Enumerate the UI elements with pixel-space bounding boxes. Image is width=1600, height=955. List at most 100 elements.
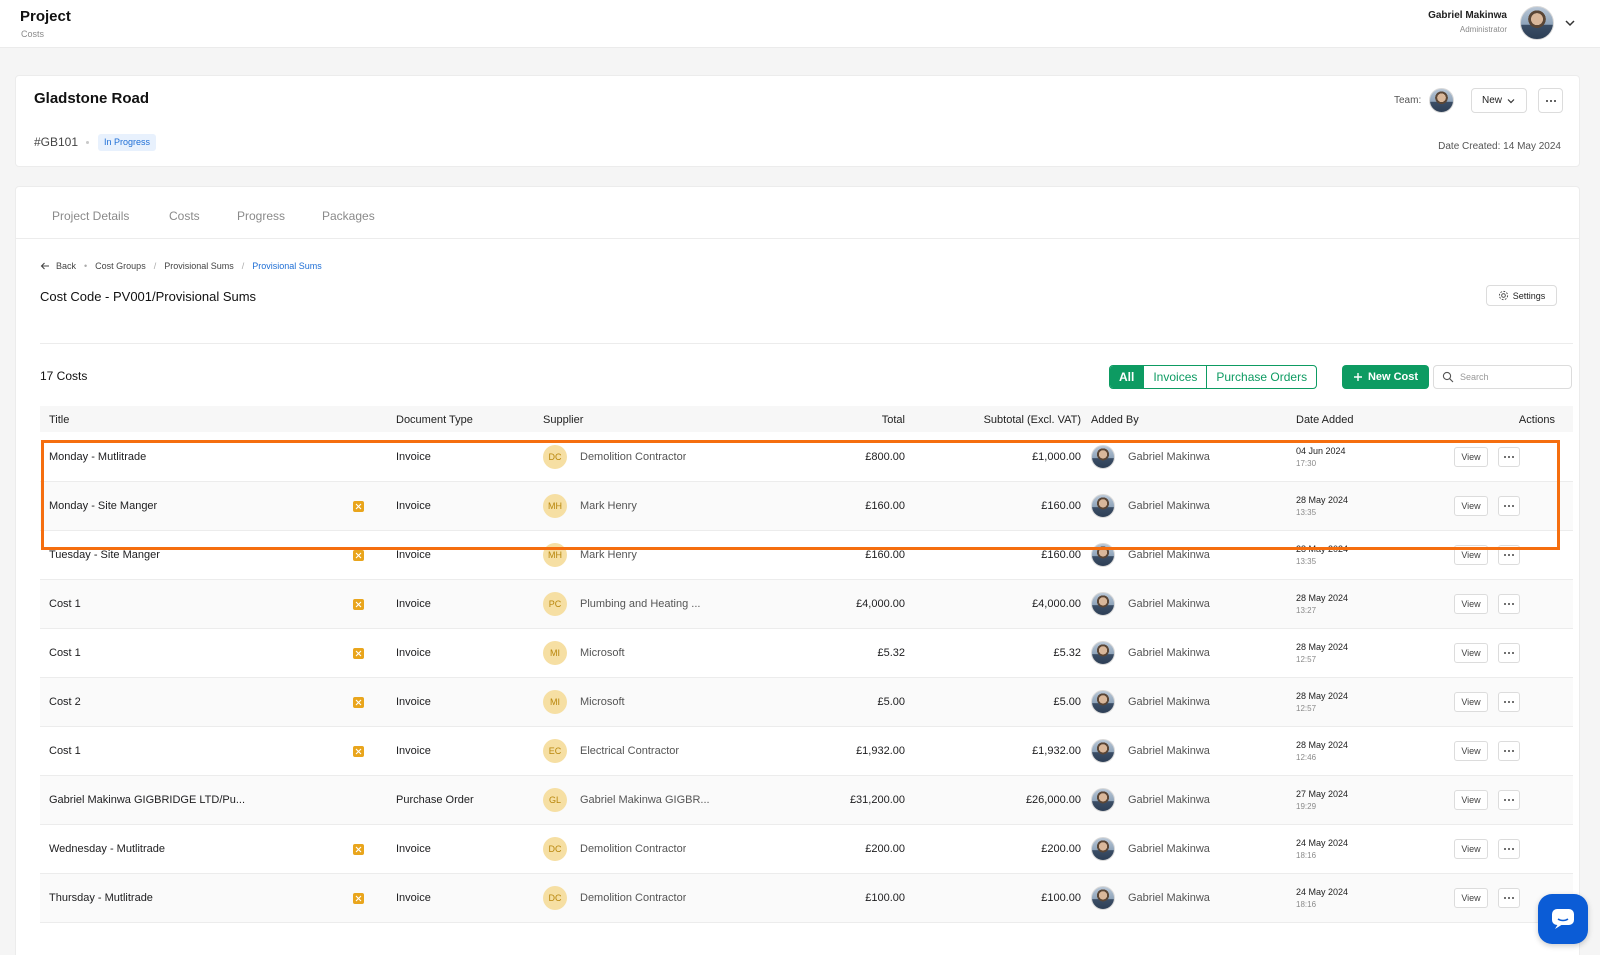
ellipsis-icon (1504, 750, 1514, 752)
project-code: #GB101 (34, 135, 79, 149)
user-avatar[interactable] (1520, 6, 1554, 40)
table-row[interactable]: Wednesday - Mutlitrade Invoice DC Demolitio… (40, 825, 1573, 874)
filter-all[interactable]: All (1110, 366, 1144, 388)
table-row[interactable]: Cost 1 Invoice EC Electrical Contractor £1,9… (40, 727, 1573, 776)
view-button[interactable]: View (1454, 496, 1488, 516)
table-row[interactable]: Gabriel Makinwa GIGBRIDGE LTD/Pu... Purch… (40, 776, 1573, 825)
cost-title: Cost 1 (49, 647, 81, 659)
row-more-button[interactable] (1498, 545, 1520, 565)
supplier-avatar: DC (543, 837, 567, 861)
row-more-button[interactable] (1498, 790, 1520, 810)
subtotal-value: £100.00 (1041, 892, 1081, 904)
search-box (1433, 365, 1572, 389)
search-input[interactable] (1460, 372, 1560, 382)
time-added: 18:16 (1296, 900, 1317, 909)
date-added: 04 Jun 2024 (1296, 446, 1346, 456)
settings-button[interactable]: Settings (1486, 285, 1557, 306)
chat-widget-button[interactable] (1538, 894, 1588, 944)
supplier-name[interactable]: Plumbing and Heating ... (580, 598, 700, 610)
tab-costs[interactable]: Costs (169, 209, 200, 223)
column-added-by[interactable]: Added By (1091, 414, 1139, 426)
breadcrumb-provisional-sums[interactable]: Provisional Sums (164, 261, 234, 271)
view-button[interactable]: View (1454, 692, 1488, 712)
user-name[interactable]: Gabriel Makinwa (1428, 10, 1507, 21)
filter-purchase-orders[interactable]: Purchase Orders (1206, 366, 1316, 388)
total-value: £200.00 (865, 843, 905, 855)
added-by-avatar (1091, 592, 1115, 616)
table-row[interactable]: Thursday - Mutlitrade Invoice DC Demolition… (40, 874, 1573, 923)
new-cost-label: New Cost (1367, 371, 1419, 383)
back-link[interactable]: Back (56, 261, 76, 271)
column-subtotal[interactable]: Subtotal (Excl. VAT) (984, 414, 1081, 426)
arrow-left-icon[interactable] (40, 261, 50, 271)
supplier-avatar: GL (543, 788, 567, 812)
flag-icon (353, 599, 364, 610)
ellipsis-icon (1504, 505, 1514, 507)
team-member-avatar[interactable] (1429, 88, 1454, 113)
document-type: Invoice (396, 843, 431, 855)
supplier-name[interactable]: Mark Henry (580, 500, 637, 512)
project-name: Gladstone Road (34, 90, 150, 107)
new-cost-button[interactable]: New Cost (1342, 365, 1429, 389)
view-button[interactable]: View (1454, 545, 1488, 565)
view-button[interactable]: View (1454, 447, 1488, 467)
tab-project-details[interactable]: Project Details (52, 209, 129, 223)
column-date-added[interactable]: Date Added (1296, 414, 1354, 426)
cost-code-title: Cost Code - PV001/Provisional Sums (40, 289, 257, 304)
table-row[interactable]: Cost 1 Invoice MI Microsoft £5.32 £5.32 Gabrie… (40, 629, 1573, 678)
filter-invoices[interactable]: Invoices (1143, 366, 1206, 388)
project-more-button[interactable] (1538, 88, 1563, 113)
table-header: Title Document Type Supplier Total Subto… (40, 406, 1573, 432)
view-button[interactable]: View (1454, 888, 1488, 908)
column-total[interactable]: Total (882, 414, 905, 426)
view-button[interactable]: View (1454, 839, 1488, 859)
subtotal-value: £200.00 (1041, 843, 1081, 855)
cost-title: Cost 1 (49, 598, 81, 610)
table-row[interactable]: Monday - Site Manger Invoice MH Mark Henry £… (40, 482, 1573, 531)
supplier-name[interactable]: Demolition Contractor (580, 892, 686, 904)
new-dropdown-button[interactable]: New (1471, 88, 1527, 113)
row-more-button[interactable] (1498, 692, 1520, 712)
table-row[interactable]: Cost 1 Invoice PC Plumbing and Heating ... £… (40, 580, 1573, 629)
chevron-down-icon[interactable] (1563, 16, 1577, 30)
breadcrumb-dot: • (84, 261, 88, 271)
breadcrumb-cost-groups[interactable]: Cost Groups (95, 261, 146, 271)
tab-progress[interactable]: Progress (237, 209, 285, 223)
time-added: 12:57 (1296, 655, 1317, 664)
row-more-button[interactable] (1498, 839, 1520, 859)
table-row[interactable]: Tuesday - Site Manger Invoice MH Mark Henry… (40, 531, 1573, 580)
view-button[interactable]: View (1454, 643, 1488, 663)
column-supplier[interactable]: Supplier (543, 414, 583, 426)
row-more-button[interactable] (1498, 447, 1520, 467)
supplier-name[interactable]: Microsoft (580, 696, 625, 708)
breadcrumb: Back • Cost Groups / Provisional Sums / … (40, 259, 322, 273)
tab-packages[interactable]: Packages (322, 209, 375, 223)
row-more-button[interactable] (1498, 496, 1520, 516)
total-value: £800.00 (865, 451, 905, 463)
added-by-name: Gabriel Makinwa (1128, 892, 1210, 904)
supplier-name[interactable]: Microsoft (580, 647, 625, 659)
supplier-name[interactable]: Gabriel Makinwa GIGBR... (580, 794, 710, 806)
table-row[interactable]: Cost 2 Invoice MI Microsoft £5.00 £5.00 Gabrie… (40, 678, 1573, 727)
table-row[interactable]: Monday - Mutlitrade Invoice DC Demolition C… (40, 433, 1573, 482)
row-more-button[interactable] (1498, 594, 1520, 614)
cost-title: Wednesday - Mutlitrade (49, 843, 165, 855)
date-added: 28 May 2024 (1296, 495, 1349, 505)
costs-count: 17 Costs (40, 369, 88, 383)
column-title[interactable]: Title (49, 414, 69, 426)
view-button[interactable]: View (1454, 790, 1488, 810)
view-button[interactable]: View (1454, 741, 1488, 761)
row-more-button[interactable] (1498, 888, 1520, 908)
supplier-name[interactable]: Electrical Contractor (580, 745, 679, 757)
row-more-button[interactable] (1498, 643, 1520, 663)
row-more-button[interactable] (1498, 741, 1520, 761)
costs-table-body: Monday - Mutlitrade Invoice DC Demolition C… (40, 433, 1573, 923)
column-document-type[interactable]: Document Type (396, 414, 473, 426)
supplier-name[interactable]: Mark Henry (580, 549, 637, 561)
supplier-name[interactable]: Demolition Contractor (580, 843, 686, 855)
view-button[interactable]: View (1454, 594, 1488, 614)
time-added: 17:30 (1296, 459, 1317, 468)
time-added: 13:27 (1296, 606, 1317, 615)
status-badge: In Progress (98, 134, 157, 151)
supplier-name[interactable]: Demolition Contractor (580, 451, 686, 463)
